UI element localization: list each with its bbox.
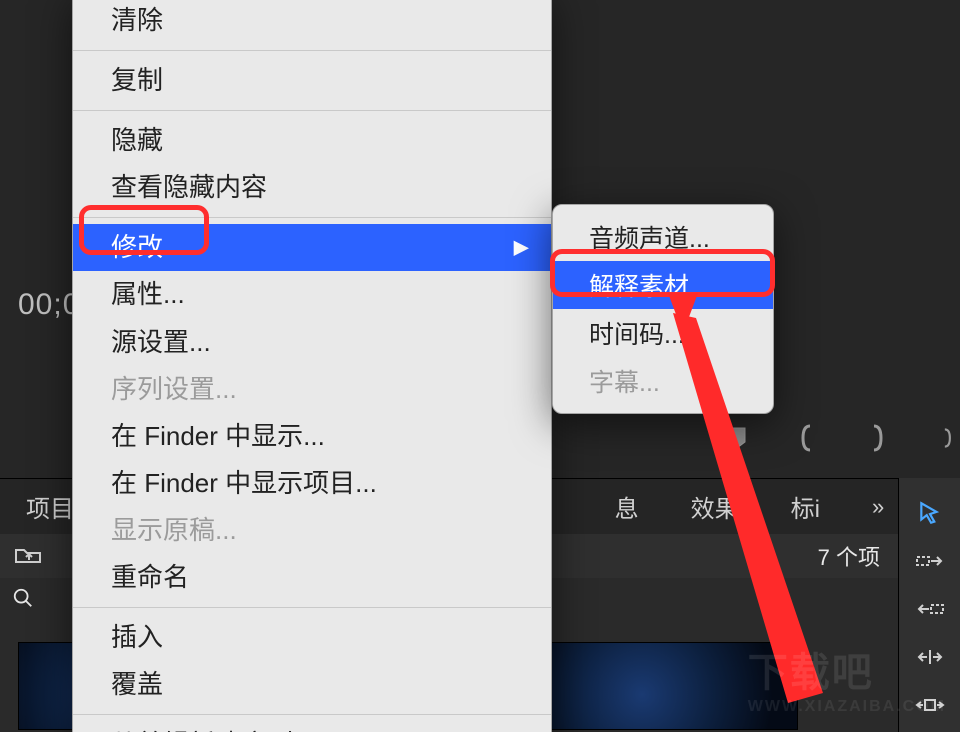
marker-bar (726, 418, 958, 458)
insert-right-tool-icon[interactable] (915, 546, 945, 576)
menu-separator (73, 50, 551, 51)
menu-separator (73, 217, 551, 218)
item-count: 7 个项 (818, 540, 880, 572)
menu-sequence-settings: 序列设置... (73, 366, 551, 413)
submenu-arrow-icon: ▶ (514, 234, 529, 261)
submenu-timecode[interactable]: 时间码... (553, 309, 773, 357)
folder-up-icon[interactable] (14, 544, 42, 569)
submenu-subtitles: 字幕... (553, 357, 773, 405)
bracket-out-icon[interactable] (866, 427, 888, 449)
watermark: 下载吧 WWW.XIAZAIBA.COM (748, 640, 946, 716)
menu-show-original: 显示原稿... (73, 507, 551, 554)
menu-separator (73, 110, 551, 111)
menu-insert[interactable]: 插入 (73, 614, 551, 661)
menu-clear[interactable]: 清除 (73, 0, 551, 44)
tab-info[interactable]: 息 (589, 479, 665, 534)
menu-view-hidden[interactable]: 查看隐藏内容 (73, 164, 551, 211)
tabs-overflow-button[interactable]: » (846, 479, 898, 534)
menu-new-sequence-from-clip[interactable]: 从剪辑新建序列 (73, 721, 551, 732)
search-icon (12, 587, 34, 614)
menu-hide[interactable]: 隐藏 (73, 117, 551, 164)
menu-separator (73, 714, 551, 715)
context-menu: 清除 复制 隐藏 查看隐藏内容 修改 ▶ 属性... 源设置... 序列设置..… (72, 0, 552, 732)
menu-rename[interactable]: 重命名 (73, 554, 551, 601)
submenu-interpret-footage[interactable]: 解释素材... (553, 261, 773, 309)
menu-separator (73, 607, 551, 608)
watermark-url: WWW.XIAZAIBA.COM (748, 698, 946, 716)
menu-overwrite[interactable]: 覆盖 (73, 661, 551, 708)
menu-modify[interactable]: 修改 ▶ (73, 224, 551, 271)
app-canvas: 00;0 项目: 息 效果 标i » 7 个项 (0, 0, 960, 732)
menu-reveal-finder[interactable]: 在 Finder 中显示... (73, 413, 551, 460)
menu-properties[interactable]: 属性... (73, 271, 551, 318)
tab-markers[interactable]: 标i (765, 479, 846, 534)
watermark-text: 下载吧 (748, 651, 874, 695)
bracket-in-icon[interactable] (796, 427, 818, 449)
modify-submenu: 音频声道... 解释素材... 时间码... 字幕... (552, 204, 774, 414)
submenu-audio-channels[interactable]: 音频声道... (553, 213, 773, 261)
selection-tool-icon[interactable] (915, 498, 945, 528)
bracket-out2-icon[interactable] (936, 427, 958, 449)
menu-modify-label: 修改 (111, 232, 163, 262)
marker-center-icon[interactable] (726, 427, 748, 449)
menu-source-settings[interactable]: 源设置... (73, 319, 551, 366)
tab-effects[interactable]: 效果 (665, 479, 765, 534)
menu-copy[interactable]: 复制 (73, 57, 551, 104)
insert-left-tool-icon[interactable] (915, 594, 945, 624)
menu-reveal-project-finder[interactable]: 在 Finder 中显示项目... (73, 460, 551, 507)
